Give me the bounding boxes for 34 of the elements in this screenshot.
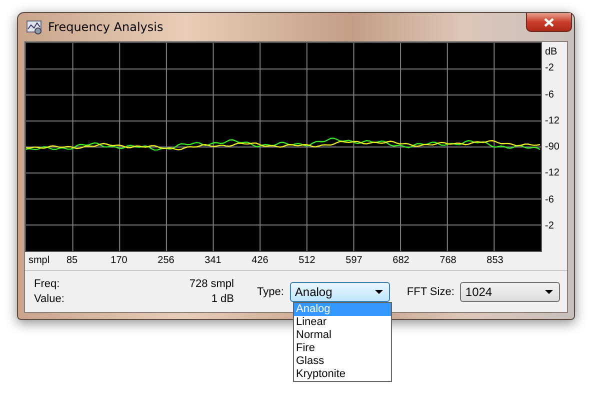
readout-label: Value: (34, 293, 66, 305)
axis-label: -2 (545, 220, 554, 232)
fft-size-label: FFT Size: (406, 286, 454, 298)
fft-size-dropdown[interactable]: 1024 (460, 282, 560, 302)
axis-label: 256 (158, 255, 174, 266)
axis-label: -2 (545, 62, 554, 74)
axis-label: 170 (110, 255, 128, 266)
axis-label: -90 (545, 142, 560, 152)
close-button[interactable] (526, 13, 572, 32)
readout-label: Freq: (34, 278, 61, 290)
axis-label: -12 (545, 168, 560, 179)
axis-label: 85 (66, 255, 78, 266)
type-label: Type: (257, 286, 284, 298)
axis-label: -6 (545, 89, 554, 100)
axis-label: 597 (346, 255, 362, 266)
axis-label: 682 (392, 255, 410, 266)
axis-label: 426 (252, 255, 268, 266)
readout-value: 1 dB (210, 293, 234, 305)
readout-value: 728 smpl (188, 278, 234, 290)
axis-label: 512 (298, 255, 316, 266)
axis-unit: dB (545, 46, 558, 58)
axis-label: 768 (440, 255, 456, 266)
axis-unit: smpl (28, 255, 50, 266)
axis-label: -12 (545, 115, 560, 126)
axis-label: 853 (486, 255, 504, 266)
close-icon (544, 18, 554, 26)
chart-window-icon (26, 19, 42, 35)
type-dropdown[interactable]: Analog (290, 282, 390, 302)
axis-label: -6 (545, 194, 554, 205)
dropdown-option[interactable]: Linear (294, 316, 391, 328)
window-title: Frequency Analysis (48, 20, 164, 34)
caret-icon (374, 290, 383, 294)
caret-icon (545, 290, 554, 294)
axis-label: 341 (204, 255, 222, 266)
